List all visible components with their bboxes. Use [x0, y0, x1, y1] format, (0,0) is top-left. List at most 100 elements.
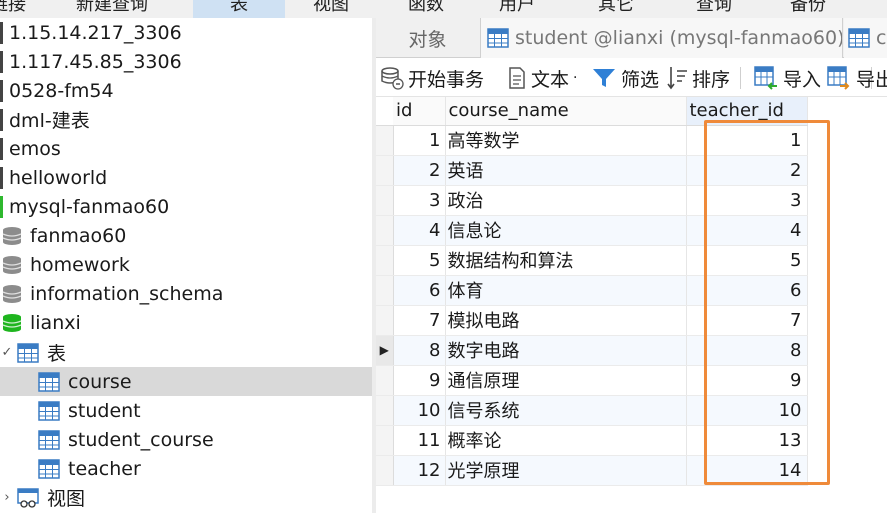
cell-course-name[interactable]: 通信原理	[445, 365, 687, 396]
row-header[interactable]	[376, 455, 394, 486]
column-header-course-name[interactable]: course_name	[445, 97, 687, 126]
cell-course-name[interactable]: 体育	[445, 275, 687, 306]
table-row[interactable]: 2 英语 2	[376, 155, 808, 186]
cell-teacher-id[interactable]: 5	[686, 245, 808, 276]
table-item-student[interactable]: student	[0, 396, 372, 425]
menu-item-query[interactable]: 查询	[678, 0, 750, 18]
row-header[interactable]	[376, 425, 394, 456]
data-grid[interactable]: id course_name teacher_id 1 高等数学 1 2 英语 2 3 政治 3…	[376, 97, 887, 513]
cell-id[interactable]: 9	[393, 365, 446, 396]
row-header[interactable]	[376, 125, 394, 156]
dropdown-arrow-icon[interactable]: ·	[573, 70, 577, 86]
cell-course-name[interactable]: 数据结构和算法	[445, 245, 687, 276]
views-group[interactable]: › 视图	[0, 483, 372, 512]
cell-id[interactable]: 8	[393, 335, 446, 366]
database-item[interactable]: information_schema	[0, 279, 372, 308]
filter-button[interactable]: 筛选	[591, 59, 659, 97]
text-button[interactable]: 文本 ·	[507, 59, 577, 97]
cell-course-name[interactable]: 高等数学	[445, 125, 687, 156]
cell-teacher-id[interactable]: 6	[686, 275, 808, 306]
sort-button[interactable]: 排序	[666, 59, 730, 97]
row-header[interactable]	[376, 155, 394, 186]
column-header-teacher-id[interactable]: teacher_id	[686, 97, 808, 126]
connection-item[interactable]: 0528-fm54	[0, 76, 372, 105]
menu-item-user[interactable]: 用户	[481, 0, 553, 18]
row-header[interactable]	[376, 305, 394, 336]
cell-course-name[interactable]: 英语	[445, 155, 687, 186]
table-row[interactable]: 12 光学原理 14	[376, 455, 808, 486]
cell-course-name[interactable]: 数字电路	[445, 335, 687, 366]
tab-student-table[interactable]: student @lianxi (mysql-fanmao60) -...	[480, 18, 843, 58]
begin-transaction-button[interactable]: 开始事务	[380, 59, 484, 97]
connection-item[interactable]: helloworld	[0, 163, 372, 192]
import-button[interactable]: 导入	[753, 59, 821, 97]
menu-item-other[interactable]: 其它	[580, 0, 652, 18]
cell-course-name[interactable]: 模拟电路	[445, 305, 687, 336]
database-item[interactable]: homework	[0, 250, 372, 279]
row-header[interactable]	[376, 215, 394, 246]
menu-item-new-query[interactable]: 新建查询	[66, 0, 158, 18]
cell-teacher-id[interactable]: 1	[686, 125, 808, 156]
table-row[interactable]: 3 政治 3	[376, 185, 808, 216]
table-item-teacher[interactable]: teacher	[0, 454, 372, 483]
cell-id[interactable]: 4	[393, 215, 446, 246]
chevron-down-icon[interactable]: ✓	[0, 345, 14, 360]
row-header[interactable]	[376, 395, 394, 426]
menu-item-view[interactable]: 视图	[295, 0, 367, 18]
cell-course-name[interactable]: 信号系统	[445, 395, 687, 426]
database-item-open[interactable]: lianxi	[0, 308, 372, 337]
cell-id[interactable]: 7	[393, 305, 446, 336]
table-row[interactable]: ▶ 8 数字电路 8	[376, 335, 808, 366]
cell-id[interactable]: 1	[393, 125, 446, 156]
cell-teacher-id[interactable]: 7	[686, 305, 808, 336]
cell-course-name[interactable]: 光学原理	[445, 455, 687, 486]
cell-course-name[interactable]: 概率论	[445, 425, 687, 456]
cell-teacher-id[interactable]: 10	[686, 395, 808, 426]
table-row[interactable]: 9 通信原理 9	[376, 365, 808, 396]
table-row[interactable]: 6 体育 6	[376, 275, 808, 306]
row-header[interactable]	[376, 365, 394, 396]
connection-item[interactable]: 1.15.14.217_3306	[0, 18, 372, 47]
cell-course-name[interactable]: 信息论	[445, 215, 687, 246]
menu-item-table[interactable]: 表	[193, 0, 285, 18]
cell-id[interactable]: 11	[393, 425, 446, 456]
row-header[interactable]	[376, 185, 394, 216]
cell-teacher-id[interactable]: 8	[686, 335, 808, 366]
table-row[interactable]: 10 信号系统 10	[376, 395, 808, 426]
cell-teacher-id[interactable]: 9	[686, 365, 808, 396]
table-row[interactable]: 11 概率论 13	[376, 425, 808, 456]
tables-group[interactable]: ✓ 表	[0, 338, 372, 367]
row-header[interactable]	[376, 245, 394, 276]
tab-course-table[interactable]: c	[844, 18, 887, 58]
cell-id[interactable]: 5	[393, 245, 446, 276]
row-header[interactable]: ▶	[376, 335, 394, 366]
table-row[interactable]: 4 信息论 4	[376, 215, 808, 246]
connection-item[interactable]: dml-建表	[0, 105, 372, 134]
cell-id[interactable]: 3	[393, 185, 446, 216]
chevron-right-icon[interactable]: ›	[0, 490, 14, 505]
table-row[interactable]: 1 高等数学 1	[376, 125, 808, 156]
cell-teacher-id[interactable]: 4	[686, 215, 808, 246]
cell-id[interactable]: 6	[393, 275, 446, 306]
cell-id[interactable]: 2	[393, 155, 446, 186]
cell-teacher-id[interactable]: 13	[686, 425, 808, 456]
table-item-course[interactable]: course	[0, 367, 372, 396]
cell-id[interactable]: 10	[393, 395, 446, 426]
connection-item-open[interactable]: mysql-fanmao60	[0, 192, 372, 221]
export-button[interactable]: 导出	[826, 59, 887, 97]
cell-teacher-id[interactable]: 14	[686, 455, 808, 486]
database-item[interactable]: fanmao60	[0, 221, 372, 250]
connection-item[interactable]: emos	[0, 134, 372, 163]
table-item-student-course[interactable]: student_course	[0, 425, 372, 454]
menu-item-function[interactable]: 函数	[390, 0, 462, 18]
column-header-id[interactable]: id	[393, 97, 446, 126]
row-header[interactable]	[376, 275, 394, 306]
tab-objects[interactable]: 对象	[376, 18, 479, 58]
table-row[interactable]: 5 数据结构和算法 5	[376, 245, 808, 276]
cell-teacher-id[interactable]: 3	[686, 185, 808, 216]
menu-item-connect[interactable]: 链接	[0, 0, 30, 18]
cell-id[interactable]: 12	[393, 455, 446, 486]
cell-course-name[interactable]: 政治	[445, 185, 687, 216]
cell-teacher-id[interactable]: 2	[686, 155, 808, 186]
connection-item[interactable]: 1.117.45.85_3306	[0, 47, 372, 76]
